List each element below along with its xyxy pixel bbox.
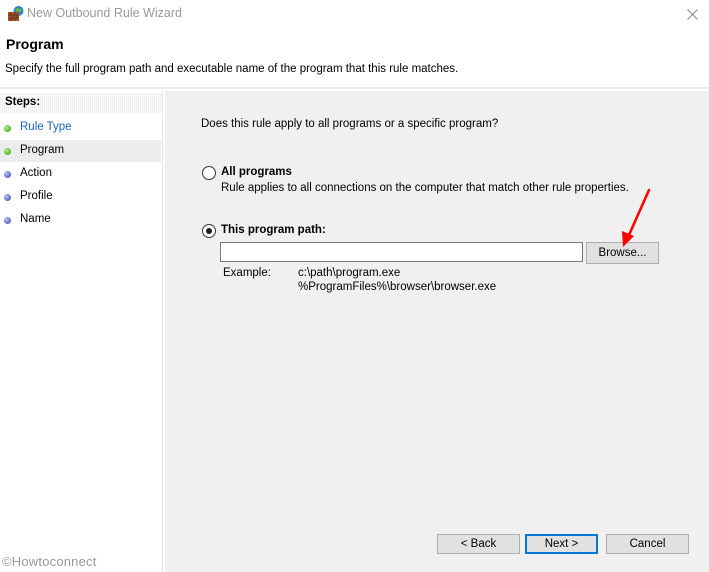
step-status-dot-icon <box>4 148 11 155</box>
page-title: Program <box>6 36 64 52</box>
wizard-header: Program Specify the full program path an… <box>0 28 709 87</box>
window-title: New Outbound Rule Wizard <box>27 6 182 20</box>
step-status-dot-icon <box>4 217 11 224</box>
wizard-content: Does this rule apply to all programs or … <box>165 91 709 572</box>
example-path-1: c:\path\program.exe <box>298 267 401 279</box>
step-action: Action <box>0 163 161 185</box>
step-label: Rule Type <box>20 121 72 133</box>
example-path-2: %ProgramFiles%\browser\browser.exe <box>298 281 497 293</box>
close-button[interactable] <box>680 4 704 24</box>
page-description: Specify the full program path and execut… <box>5 63 459 75</box>
step-label: Action <box>20 167 52 179</box>
steps-heading: Steps: <box>5 96 41 108</box>
step-status-dot-icon <box>4 171 11 178</box>
step-label: Program <box>20 144 65 156</box>
step-program: Program <box>0 140 161 162</box>
this-program-path-label[interactable]: This program path: <box>221 224 326 236</box>
all-programs-description: Rule applies to all connections on the c… <box>221 182 629 194</box>
title-bar: New Outbound Rule Wizard <box>0 0 709 28</box>
watermark: ©Howtoconnect <box>2 554 97 569</box>
header-divider <box>0 87 709 89</box>
question-text: Does this rule apply to all programs or … <box>201 118 499 130</box>
cancel-button[interactable]: Cancel <box>606 534 689 554</box>
all-programs-label[interactable]: All programs <box>221 166 292 178</box>
close-icon <box>686 8 698 20</box>
firewall-globe-icon <box>8 6 24 21</box>
next-button[interactable]: Next > <box>525 534 598 554</box>
radio-selected-dot-icon <box>206 228 212 234</box>
this-program-path-radio[interactable] <box>202 224 216 238</box>
browse-button[interactable]: Browse... <box>586 242 659 264</box>
example-label: Example: <box>223 267 271 279</box>
steps-panel: Steps: Rule Type Program Action Profile … <box>0 91 163 572</box>
step-rule-type[interactable]: Rule Type <box>0 117 161 139</box>
all-programs-radio[interactable] <box>202 166 216 180</box>
step-name: Name <box>0 209 161 231</box>
step-profile: Profile <box>0 186 161 208</box>
step-status-dot-icon <box>4 125 11 132</box>
program-path-input[interactable] <box>220 242 583 262</box>
steps-heading-bar: Steps: <box>0 93 162 113</box>
step-status-dot-icon <box>4 194 11 201</box>
back-button[interactable]: < Back <box>437 534 520 554</box>
step-label: Name <box>20 213 51 225</box>
step-label: Profile <box>20 190 53 202</box>
